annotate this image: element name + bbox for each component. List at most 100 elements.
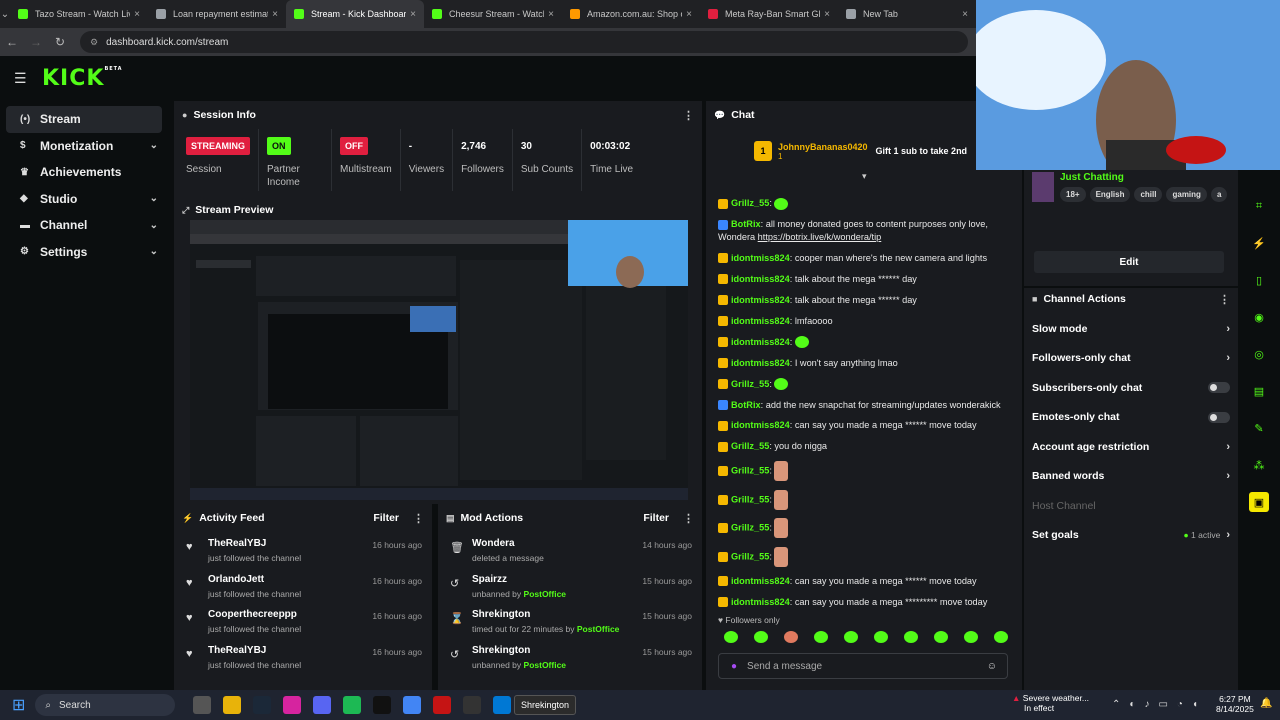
gift-icon[interactable]: ▣ bbox=[1249, 492, 1269, 512]
more-icon[interactable]: ⋮ bbox=[413, 512, 424, 525]
chat-username[interactable]: Grillz_55 bbox=[731, 523, 769, 533]
emote-picker-icon[interactable] bbox=[994, 631, 1008, 643]
toggle-switch[interactable] bbox=[1208, 382, 1230, 394]
activity-row[interactable]: ♥ Cooperthecreeppp just followed the chann… bbox=[174, 607, 432, 643]
emote-picker-icon[interactable] bbox=[934, 631, 948, 643]
chat-bubble-icon[interactable]: ◉ bbox=[1249, 307, 1269, 327]
sidebar-item-stream[interactable]: (•) Stream bbox=[6, 106, 162, 133]
chevron-right-icon[interactable]: › bbox=[1226, 470, 1230, 482]
activity-username[interactable]: TheRealYBJ bbox=[208, 645, 372, 656]
chevron-right-icon[interactable]: › bbox=[1226, 529, 1230, 541]
terminal-icon[interactable] bbox=[373, 696, 392, 714]
chat-username[interactable]: idontmiss824 bbox=[731, 576, 790, 586]
activity-filter-button[interactable]: Filter bbox=[373, 512, 399, 524]
site-info-icon[interactable]: ⚙ bbox=[90, 37, 98, 48]
taskbar-search[interactable]: ⌕ Search bbox=[35, 694, 176, 716]
sidebar-item-channel[interactable]: ▬ Channel ⌄ bbox=[6, 212, 162, 239]
tab-close-icon[interactable]: × bbox=[962, 9, 968, 20]
more-icon[interactable]: ⋮ bbox=[1219, 293, 1230, 306]
activity-row[interactable]: ♥ TheRealYBJ just followed the channel 16 h… bbox=[174, 643, 432, 679]
instagram-icon[interactable] bbox=[283, 696, 302, 714]
channel-action-account-age-restriction[interactable]: Account age restriction › bbox=[1024, 432, 1238, 462]
chrome-icon[interactable] bbox=[403, 696, 422, 714]
forward-icon[interactable]: → bbox=[24, 35, 48, 49]
emote-picker-icon[interactable] bbox=[904, 631, 918, 643]
activity-username[interactable]: OrlandoJett bbox=[208, 574, 372, 585]
mod-filter-button[interactable]: Filter bbox=[643, 512, 669, 524]
activity-row[interactable]: ♥ TheRealYBJ just followed the channel 16 h… bbox=[174, 536, 432, 572]
wifi-icon[interactable]: ◔ bbox=[1177, 699, 1183, 710]
chevron-down-icon[interactable]: ⌄ bbox=[150, 246, 158, 257]
chat-username[interactable]: Grillz_55 bbox=[731, 379, 769, 389]
browser-tab[interactable]: Tazo Stream - Watch Live × bbox=[10, 0, 148, 28]
mod-target-username[interactable]: Wondera bbox=[472, 538, 642, 549]
stream-tag[interactable]: chill bbox=[1134, 187, 1163, 202]
tab-close-icon[interactable]: × bbox=[272, 9, 278, 20]
steam-icon[interactable] bbox=[253, 696, 272, 714]
browser-tab[interactable]: Loan repayment estimate × bbox=[148, 0, 286, 28]
emote-picker-icon[interactable] bbox=[754, 631, 768, 643]
weather-widget[interactable]: ▲ Severe weather... In effect bbox=[1012, 693, 1089, 713]
windows-start-icon[interactable]: ⊞ bbox=[12, 695, 25, 715]
chevron-right-icon[interactable]: › bbox=[1226, 323, 1230, 335]
category-name[interactable]: Just Chatting bbox=[1060, 172, 1227, 183]
sidebar-item-settings[interactable]: ⚙ Settings ⌄ bbox=[6, 239, 162, 266]
emoji-icon[interactable]: ☺ bbox=[987, 661, 997, 672]
category-thumbnail[interactable] bbox=[1032, 172, 1054, 202]
tab-close-icon[interactable]: × bbox=[686, 9, 692, 20]
document-icon[interactable]: ▯ bbox=[1249, 270, 1269, 290]
edit-button[interactable]: Edit bbox=[1034, 251, 1224, 273]
address-bar[interactable]: ⚙ dashboard.kick.com/stream bbox=[80, 31, 968, 53]
channel-action-followers-only-chat[interactable]: Followers-only chat › bbox=[1024, 344, 1238, 374]
chat-username[interactable]: Grillz_55 bbox=[731, 466, 769, 476]
emote-picker-icon[interactable] bbox=[814, 631, 828, 643]
chat-message[interactable]: BotRix: add the new snapchat for streami… bbox=[706, 394, 1022, 415]
chat-username[interactable]: Grillz_55 bbox=[731, 441, 769, 451]
back-icon[interactable]: ← bbox=[0, 35, 24, 49]
more-icon[interactable]: ⋮ bbox=[683, 512, 694, 525]
chat-message[interactable]: idontmiss824: I won't say anything lmao bbox=[706, 352, 1022, 373]
file-explorer-icon[interactable] bbox=[223, 696, 242, 714]
browser-tab[interactable]: Meta Ray-Ban Smart Glas × bbox=[700, 0, 838, 28]
chevron-down-icon[interactable]: ⌄ bbox=[150, 193, 158, 204]
channel-action-banned-words[interactable]: Banned words › bbox=[1024, 462, 1238, 492]
battery-icon[interactable]: ▭ bbox=[1158, 699, 1167, 710]
stream-tag[interactable]: 18+ bbox=[1060, 187, 1086, 202]
chat-message[interactable]: idontmiss824: lmfaoooo bbox=[706, 310, 1022, 331]
chat-username[interactable]: idontmiss824 bbox=[731, 253, 790, 263]
wrench-icon[interactable]: ✎ bbox=[1249, 418, 1269, 438]
chat-link[interactable]: https://botrix.live/k/wondera/tip bbox=[758, 232, 882, 242]
mic-tray-icon[interactable]: ♪ bbox=[1144, 699, 1149, 710]
menu-icon[interactable]: ☰ bbox=[14, 70, 34, 87]
channel-action-emotes-only-chat[interactable]: Emotes-only chat bbox=[1024, 403, 1238, 433]
tab-close-icon[interactable]: × bbox=[824, 9, 830, 20]
chat-username[interactable]: idontmiss824 bbox=[731, 597, 790, 607]
activity-username[interactable]: Cooperthecreeppp bbox=[208, 609, 372, 620]
mod-action-row[interactable]: ↺ Shrekington unbanned by PostOffice 15 hou… bbox=[438, 643, 702, 679]
emote-picker-icon[interactable] bbox=[724, 631, 738, 643]
mod-target-username[interactable]: Spairzz bbox=[472, 574, 642, 585]
browser-tab[interactable]: New Tab × bbox=[838, 0, 976, 28]
chat-input[interactable]: ● Send a message ☺ bbox=[718, 653, 1008, 679]
spotify-icon[interactable] bbox=[343, 696, 362, 714]
browser-tab[interactable]: Stream - Kick Dashboard × bbox=[286, 0, 424, 28]
kick-logo[interactable]: KICKBETA bbox=[42, 66, 123, 91]
chat-username[interactable]: idontmiss824 bbox=[731, 420, 790, 430]
activity-username[interactable]: TheRealYBJ bbox=[208, 538, 372, 549]
chevron-down-icon[interactable]: ⌄ bbox=[150, 140, 158, 151]
emote-picker-icon[interactable] bbox=[964, 631, 978, 643]
photos-icon[interactable] bbox=[463, 696, 482, 714]
mod-action-row[interactable]: ⌛ Shrekington timed out for 22 minutes by … bbox=[438, 607, 702, 643]
notification-icon[interactable]: 🔔 bbox=[1260, 698, 1272, 709]
sidebar-item-achievements[interactable]: ♛ Achievements bbox=[6, 159, 162, 186]
chat-message[interactable]: Grillz_55: bbox=[706, 193, 1022, 214]
emote-picker-icon[interactable] bbox=[874, 631, 888, 643]
chat-username[interactable]: Grillz_55 bbox=[731, 551, 769, 561]
chat-message[interactable]: Grillz_55: bbox=[706, 486, 1022, 514]
chat-username[interactable]: idontmiss824 bbox=[731, 358, 790, 368]
mic-icon[interactable]: ● bbox=[731, 661, 737, 672]
collapse-icon[interactable]: ▾ bbox=[862, 171, 867, 182]
stream-tag[interactable]: a bbox=[1210, 187, 1228, 202]
tab-close-icon[interactable]: × bbox=[548, 9, 554, 20]
tab-search-icon[interactable]: ⌄ bbox=[0, 0, 10, 28]
